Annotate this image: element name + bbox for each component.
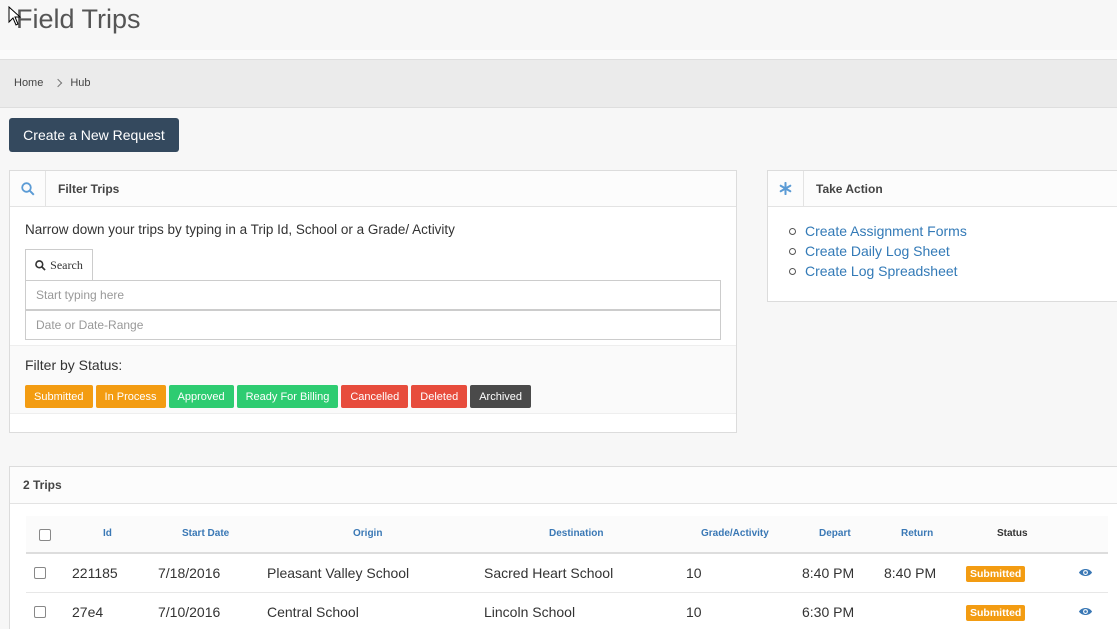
breadcrumb-home[interactable]: Home — [14, 77, 43, 89]
date-range-input[interactable]: Date or Date-Range — [25, 310, 721, 340]
trips-count: 2 Trips — [10, 467, 1117, 504]
trip-grade: 10 — [686, 565, 702, 581]
select-all-checkbox[interactable] — [39, 529, 51, 541]
column-header-origin[interactable]: Origin — [353, 528, 382, 539]
column-header-depart[interactable]: Depart — [819, 528, 851, 539]
table-header: Id Start Date Origin Destination Grade/A… — [26, 516, 1108, 554]
breadcrumb-bar: Home Hub — [0, 59, 1117, 108]
status-filter-approved[interactable]: Approved — [168, 385, 234, 408]
chevron-right-icon — [54, 78, 63, 88]
status-filter-chips: Submitted In Process Approved Ready For Bil… — [25, 385, 531, 408]
trip-id: 221185 — [72, 565, 118, 581]
column-header-return[interactable]: Return — [901, 528, 933, 539]
column-header-start-date[interactable]: Start Date — [182, 528, 229, 539]
asterisk-icon — [768, 170, 804, 207]
take-action-links: Create Assignment Forms Create Daily Log… — [804, 221, 967, 281]
take-action-title: Take Action — [816, 181, 883, 196]
trip-start-date: 7/10/2016 — [158, 604, 221, 620]
status-badge: Submitted — [966, 605, 1026, 621]
status-filter-in-process[interactable]: In Process — [95, 385, 166, 408]
create-new-request-button[interactable]: Create a New Request — [9, 118, 179, 152]
row-checkbox[interactable] — [34, 567, 46, 579]
search-input[interactable]: Start typing here — [25, 280, 721, 310]
breadcrumb-hub[interactable]: Hub — [70, 77, 90, 89]
view-eye-icon[interactable] — [1078, 606, 1093, 617]
column-header-grade-activity[interactable]: Grade/Activity — [701, 528, 769, 539]
status-filter-row: Filter by Status: Submitted In Process App… — [10, 345, 736, 414]
search-icon — [10, 170, 46, 207]
mouse-cursor-icon — [8, 6, 22, 26]
trip-depart: 6:30 PM — [802, 604, 855, 620]
table-row[interactable]: 221185 7/18/2016 Pleasant Valley School Sac… — [26, 554, 1108, 593]
filter-trips-panel: Filter Trips Narrow down your trips by t… — [9, 170, 737, 433]
trip-grade: 10 — [686, 604, 702, 620]
column-header-id[interactable]: Id — [103, 528, 112, 539]
trip-return: 8:40 PM — [884, 565, 937, 581]
search-button[interactable]: Search — [25, 249, 93, 280]
search-icon — [35, 259, 46, 271]
filter-description: Narrow down your trips by typing in a Tr… — [25, 222, 455, 237]
column-header-status: Status — [997, 528, 1028, 539]
filter-trips-title: Filter Trips — [58, 181, 120, 196]
trip-destination: Sacred Heart School — [484, 565, 614, 581]
create-log-spreadsheet-link[interactable]: Create Log Spreadsheet — [804, 261, 967, 281]
trip-origin: Pleasant Valley School — [267, 565, 410, 581]
status-filter-ready-for-billing[interactable]: Ready For Billing — [236, 385, 339, 408]
breadcrumb: Home Hub — [14, 77, 91, 89]
trip-id: 27e4 — [72, 604, 104, 620]
status-filter-archived[interactable]: Archived — [470, 385, 531, 408]
table-row[interactable]: 27e4 7/10/2016 Central School Lincoln Schoo… — [26, 593, 1108, 629]
column-header-destination[interactable]: Destination — [549, 528, 603, 539]
status-badge: Submitted — [966, 566, 1026, 582]
view-eye-icon[interactable] — [1078, 567, 1093, 578]
trips-table: Id Start Date Origin Destination Grade/A… — [26, 516, 1108, 629]
status-filter-label: Filter by Status: — [25, 357, 123, 373]
status-filter-cancelled[interactable]: Cancelled — [341, 385, 409, 408]
status-filter-submitted[interactable]: Submitted — [25, 385, 93, 408]
search-button-label: Search — [50, 257, 83, 272]
trip-start-date: 7/18/2016 — [158, 565, 221, 581]
trip-origin: Central School — [267, 604, 359, 620]
page-title: Field Trips — [16, 4, 141, 34]
take-action-panel: Take Action Create Assignment Forms Crea… — [767, 170, 1117, 302]
create-assignment-forms-link[interactable]: Create Assignment Forms — [804, 221, 967, 241]
trip-destination: Lincoln School — [484, 604, 576, 620]
create-daily-log-sheet-link[interactable]: Create Daily Log Sheet — [804, 241, 967, 261]
row-checkbox[interactable] — [34, 606, 46, 618]
status-filter-deleted[interactable]: Deleted — [411, 385, 468, 408]
trip-depart: 8:40 PM — [802, 565, 855, 581]
trips-panel: 2 Trips Id Start Date Origin Destination… — [9, 466, 1117, 629]
